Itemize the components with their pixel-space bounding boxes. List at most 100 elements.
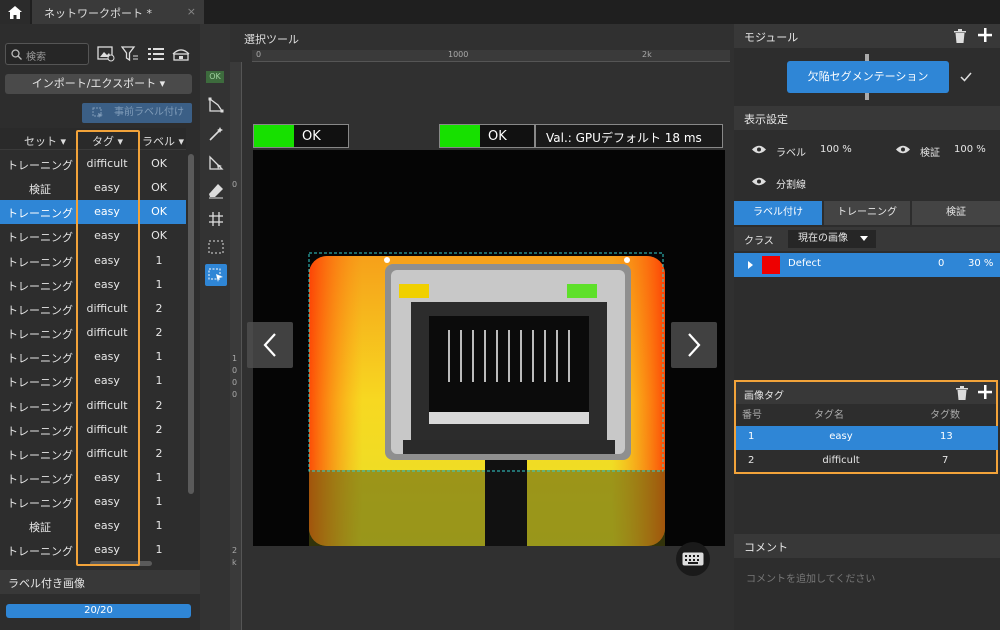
caret-down-icon (860, 236, 868, 241)
tab-labeling[interactable]: ラベル付け (734, 201, 822, 225)
ruler-tick: 2k (642, 50, 652, 59)
polygon-tool[interactable] (205, 94, 227, 116)
pre-label-text: 事前ラベル付け (114, 107, 184, 118)
search-input[interactable]: 検索 (5, 43, 89, 65)
split-line-text: 分割線 (776, 180, 806, 191)
cell-label: 2 (155, 301, 163, 315)
display-settings-header: 表示設定 (734, 106, 1000, 130)
filter-button[interactable] (120, 44, 140, 64)
triangle-tool[interactable] (205, 152, 227, 174)
camera-button[interactable] (171, 44, 191, 64)
right-panel: モジュール 欠陥セグメンテーション 表示設定 ラベル 100 % 検証 100 … (734, 24, 1000, 630)
search-placeholder: 検索 (26, 52, 46, 63)
pre-label-button[interactable]: 事前ラベル付け (82, 103, 192, 123)
grid-tool[interactable] (205, 208, 227, 230)
col-tag-name: タグ名 (814, 410, 844, 421)
tag-no: 1 (748, 431, 755, 442)
label-toggle-text: ラベル (776, 148, 806, 159)
cell-set: トレーニング (7, 424, 73, 438)
tag-name: difficult (822, 455, 860, 466)
module-title: モジュール (744, 31, 799, 44)
cell-label: 2 (155, 422, 163, 436)
tag-name: easy (829, 431, 853, 442)
home-button[interactable] (0, 0, 30, 24)
list-view-button[interactable] (146, 44, 166, 64)
defect-color-swatch[interactable] (762, 256, 780, 274)
tab-bar: ネットワークポート * × (0, 0, 1000, 24)
select-cursor-icon (208, 268, 223, 282)
cell-label: 1 (155, 543, 163, 557)
labeled-images-title: ラベル付き画像 (8, 577, 85, 590)
image-viewport[interactable] (253, 150, 725, 546)
cell-set: トレーニング (7, 472, 73, 486)
add-tag-icon[interactable] (978, 385, 992, 399)
tab-verification[interactable]: 検証 (912, 201, 1000, 225)
cell-label: 1 (155, 519, 163, 533)
ok-right-text: OK (488, 129, 507, 144)
file-tab[interactable]: ネットワークポート * × (32, 0, 204, 24)
magic-wand-icon (209, 127, 223, 141)
import-export-button[interactable]: インポート/エクスポート ▾ (5, 74, 192, 94)
caret-right-icon[interactable] (748, 261, 753, 269)
class-scope-select[interactable]: 現在の画像 (788, 230, 876, 248)
cell-label: 2 (155, 446, 163, 460)
class-opacity: 30 % (968, 258, 994, 269)
class-row-defect[interactable]: Defect 0 30 % (734, 253, 1000, 277)
class-count: 0 (938, 258, 945, 269)
eye-icon[interactable] (752, 177, 766, 186)
cell-label: OK (151, 157, 167, 170)
cell-set: トレーニング (7, 303, 73, 317)
keyboard-icon (682, 552, 704, 566)
cell-set: トレーニング (7, 448, 73, 462)
ruler-tick: 0 (256, 50, 262, 59)
labeled-progress-bar: 20/20 (6, 604, 191, 618)
eye-icon[interactable] (896, 145, 910, 154)
select-tool-active[interactable] (205, 264, 227, 286)
rect-select-tool[interactable] (205, 236, 227, 258)
image-filter-button[interactable] (96, 44, 116, 64)
image-tag-columns: 番号 タグ名 タグ数 (736, 404, 998, 422)
verify-opacity[interactable]: 100 % (954, 144, 986, 155)
col-set[interactable]: セット ▾ (24, 133, 66, 149)
label-opacity[interactable]: 100 % (820, 144, 852, 155)
close-tab-icon[interactable]: × (187, 5, 196, 18)
cell-label: 1 (155, 495, 163, 509)
ruler-top: 0 1000 2k (252, 50, 730, 62)
ok-tool-badge[interactable]: OK (206, 71, 224, 83)
table-scrollbar[interactable] (188, 154, 194, 494)
keyboard-shortcuts-button[interactable] (676, 542, 710, 576)
col-no: 番号 (742, 410, 762, 421)
network-port-image (253, 150, 725, 546)
cell-label: OK (151, 229, 167, 243)
prev-image-button[interactable] (247, 322, 293, 368)
col-label[interactable]: ラベル ▾ (142, 133, 184, 149)
eye-icon[interactable] (752, 145, 766, 154)
cell-label: 2 (155, 326, 163, 340)
class-scope-value: 現在の画像 (798, 233, 848, 244)
magic-wand-tool[interactable] (205, 123, 227, 145)
trash-icon[interactable] (956, 386, 968, 400)
cell-label: 1 (155, 253, 163, 267)
filter-icon (121, 46, 138, 62)
search-icon (11, 49, 22, 60)
eraser-tool[interactable] (205, 180, 227, 202)
image-tag-row[interactable]: 1 easy 13 (736, 426, 998, 450)
cell-label: 1 (155, 470, 163, 484)
image-tag-row[interactable]: 2 difficult 7 (736, 450, 998, 474)
next-image-button[interactable] (671, 322, 717, 368)
cell-label: OK (151, 181, 167, 195)
val-text: Val.: GPUデフォルト 18 ms (546, 131, 702, 145)
camera-icon (172, 49, 190, 61)
ruler-tick: 0 (232, 378, 238, 387)
cell-set: トレーニング (7, 545, 73, 559)
cell-set: トレーニング (7, 400, 73, 414)
tag-count: 7 (942, 455, 949, 466)
defect-segmentation-module[interactable]: 欠陥セグメンテーション (787, 61, 949, 93)
trash-icon[interactable] (954, 29, 966, 43)
tab-training[interactable]: トレーニング (824, 201, 910, 225)
comment-input[interactable]: コメントを追加してください (746, 570, 875, 585)
tool-column: OK (200, 24, 230, 630)
add-module-icon[interactable] (978, 28, 992, 42)
tag-count: 13 (940, 431, 953, 442)
ok-green-swatch (254, 125, 294, 147)
